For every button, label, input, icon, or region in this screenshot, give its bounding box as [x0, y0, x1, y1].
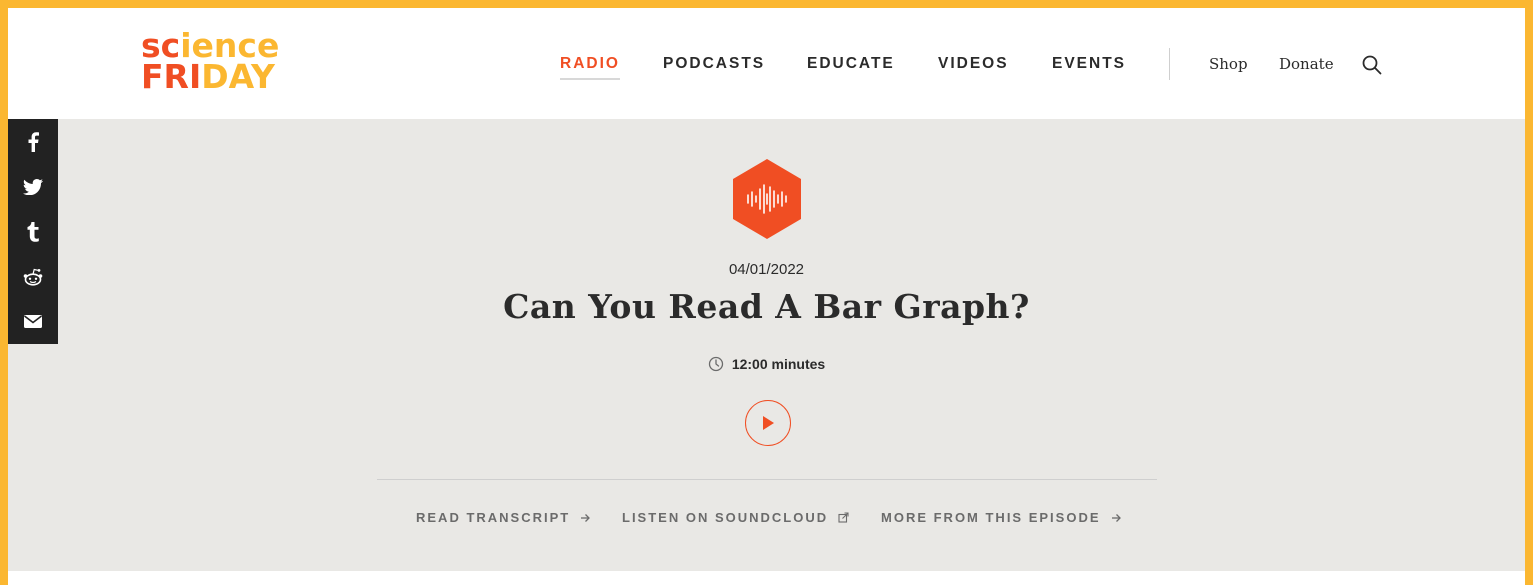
more-from-episode-link[interactable]: MORE FROM THIS EPISODE: [881, 510, 1122, 525]
clock-icon: [708, 356, 723, 372]
episode-title: Can You Read A Bar Graph?: [503, 287, 1030, 326]
nav-active-indicator: [560, 78, 620, 80]
email-icon[interactable]: [8, 299, 58, 344]
nav-item-radio[interactable]: RADIO: [560, 55, 620, 73]
nav-item-videos[interactable]: VIDEOS: [938, 55, 1009, 73]
social-share-bar: [8, 119, 58, 344]
read-transcript-link[interactable]: READ TRANSCRIPT: [416, 510, 591, 525]
episode-hero: 04/01/2022 Can You Read A Bar Graph? 12:…: [8, 119, 1525, 571]
nav-divider: [1169, 48, 1170, 80]
external-link-icon: [838, 512, 849, 523]
page-frame: science FRIDAY RADIO PODCASTS EDUCATE VI…: [8, 8, 1525, 585]
episode-duration: 12:00 minutes: [8, 356, 1525, 372]
science-friday-logo[interactable]: science FRIDAY: [141, 29, 311, 100]
nav-item-events[interactable]: EVENTS: [1052, 55, 1126, 73]
play-icon: [763, 416, 774, 430]
twitter-icon[interactable]: [8, 164, 58, 209]
site-header: science FRIDAY RADIO PODCASTS EDUCATE VI…: [8, 8, 1525, 119]
search-icon[interactable]: [1361, 54, 1383, 76]
donate-link[interactable]: Donate: [1279, 55, 1334, 73]
section-divider: [377, 479, 1157, 480]
soundcloud-label: LISTEN ON SOUNDCLOUD: [622, 510, 829, 525]
tumblr-icon[interactable]: [8, 209, 58, 254]
play-button[interactable]: [745, 400, 791, 446]
read-transcript-label: READ TRANSCRIPT: [416, 510, 571, 525]
nav-item-educate[interactable]: EDUCATE: [807, 55, 895, 73]
content-start-strip: [8, 571, 1525, 585]
more-from-episode-label: MORE FROM THIS EPISODE: [881, 510, 1101, 525]
arrow-right-icon: [581, 513, 591, 522]
reddit-icon[interactable]: [8, 254, 58, 299]
nav-item-podcasts[interactable]: PODCASTS: [663, 55, 765, 73]
logo-bottom-row: FRIDAY: [141, 60, 311, 93]
duration-text: 12:00 minutes: [731, 356, 826, 372]
logo-text-day: DAY: [201, 57, 275, 96]
episode-date: 04/01/2022: [728, 261, 805, 278]
audio-hexagon-icon: [733, 159, 801, 239]
arrow-right-icon: [1111, 513, 1121, 522]
shop-link[interactable]: Shop: [1209, 55, 1248, 73]
listen-on-soundcloud-link[interactable]: LISTEN ON SOUNDCLOUD: [622, 510, 849, 525]
facebook-icon[interactable]: [8, 119, 58, 164]
logo-text-fri: FRI: [141, 57, 202, 96]
